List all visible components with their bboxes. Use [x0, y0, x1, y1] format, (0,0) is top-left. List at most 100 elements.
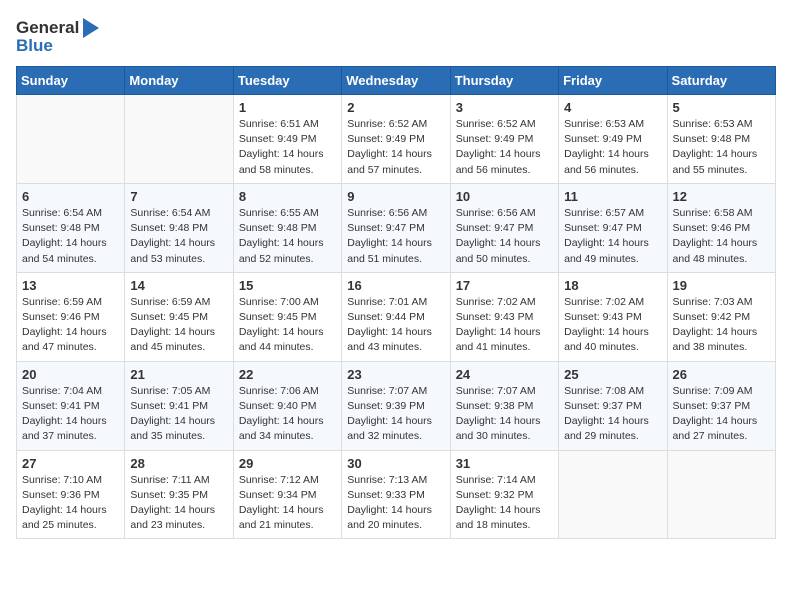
weekday-header-row: SundayMondayTuesdayWednesdayThursdayFrid… — [17, 67, 776, 95]
day-info: Sunrise: 7:13 AM Sunset: 9:33 PM Dayligh… — [347, 473, 444, 534]
day-number: 3 — [456, 100, 553, 115]
calendar-cell: 13 Sunrise: 6:59 AM Sunset: 9:46 PM Dayli… — [17, 272, 125, 361]
calendar-cell: 29 Sunrise: 7:12 AM Sunset: 9:34 PM Dayli… — [233, 450, 341, 539]
day-info: Sunrise: 6:54 AM Sunset: 9:48 PM Dayligh… — [130, 206, 227, 267]
day-number: 27 — [22, 456, 119, 471]
day-number: 19 — [673, 278, 770, 293]
logo: General Blue — [16, 16, 107, 56]
calendar-cell: 4Sunrise: 6:53 AM Sunset: 9:49 PM Daylig… — [559, 95, 667, 184]
calendar-cell: 1 Sunrise: 6:51 AM Sunset: 9:49 PM Daylig… — [233, 95, 341, 184]
day-info: Sunrise: 6:59 AM Sunset: 9:46 PM Dayligh… — [22, 295, 119, 356]
day-info: Sunrise: 7:11 AM Sunset: 9:35 PM Dayligh… — [130, 473, 227, 534]
calendar-cell: 3 Sunrise: 6:52 AM Sunset: 9:49 PM Daylig… — [450, 95, 558, 184]
day-number: 24 — [456, 367, 553, 382]
weekday-header-monday: Monday — [125, 67, 233, 95]
day-number: 16 — [347, 278, 444, 293]
calendar-cell: 8 Sunrise: 6:55 AM Sunset: 9:48 PM Daylig… — [233, 183, 341, 272]
calendar-week-row: 20Sunrise: 7:04 AM Sunset: 9:41 PM Dayli… — [17, 361, 776, 450]
day-number: 17 — [456, 278, 553, 293]
day-info: Sunrise: 6:51 AM Sunset: 9:49 PM Dayligh… — [239, 117, 336, 178]
day-number: 23 — [347, 367, 444, 382]
day-info: Sunrise: 7:07 AM Sunset: 9:38 PM Dayligh… — [456, 384, 553, 445]
day-info: Sunrise: 7:07 AM Sunset: 9:39 PM Dayligh… — [347, 384, 444, 445]
weekday-header-tuesday: Tuesday — [233, 67, 341, 95]
day-number: 30 — [347, 456, 444, 471]
weekday-header-thursday: Thursday — [450, 67, 558, 95]
day-number: 2 — [347, 100, 444, 115]
day-number: 10 — [456, 189, 553, 204]
calendar-cell: 26 Sunrise: 7:09 AM Sunset: 9:37 PM Dayli… — [667, 361, 775, 450]
day-number: 29 — [239, 456, 336, 471]
calendar-cell: 30 Sunrise: 7:13 AM Sunset: 9:33 PM Dayli… — [342, 450, 450, 539]
calendar-cell: 11Sunrise: 6:57 AM Sunset: 9:47 PM Dayli… — [559, 183, 667, 272]
day-info: Sunrise: 6:55 AM Sunset: 9:48 PM Dayligh… — [239, 206, 336, 267]
logo-icon — [81, 16, 101, 40]
calendar-cell: 7 Sunrise: 6:54 AM Sunset: 9:48 PM Daylig… — [125, 183, 233, 272]
logo-general-text: General — [16, 18, 79, 38]
day-info: Sunrise: 6:53 AM Sunset: 9:48 PM Dayligh… — [673, 117, 770, 178]
calendar-cell: 12 Sunrise: 6:58 AM Sunset: 9:46 PM Dayli… — [667, 183, 775, 272]
day-info: Sunrise: 6:54 AM Sunset: 9:48 PM Dayligh… — [22, 206, 119, 267]
weekday-header-sunday: Sunday — [17, 67, 125, 95]
day-number: 1 — [239, 100, 336, 115]
day-info: Sunrise: 7:05 AM Sunset: 9:41 PM Dayligh… — [130, 384, 227, 445]
calendar-cell: 16 Sunrise: 7:01 AM Sunset: 9:44 PM Dayli… — [342, 272, 450, 361]
calendar-cell — [667, 450, 775, 539]
calendar-cell: 24 Sunrise: 7:07 AM Sunset: 9:38 PM Dayli… — [450, 361, 558, 450]
day-info: Sunrise: 7:01 AM Sunset: 9:44 PM Dayligh… — [347, 295, 444, 356]
day-info: Sunrise: 6:59 AM Sunset: 9:45 PM Dayligh… — [130, 295, 227, 356]
calendar-cell: 15 Sunrise: 7:00 AM Sunset: 9:45 PM Dayli… — [233, 272, 341, 361]
calendar-week-row: 13 Sunrise: 6:59 AM Sunset: 9:46 PM Dayli… — [17, 272, 776, 361]
calendar-cell — [17, 95, 125, 184]
day-number: 28 — [130, 456, 227, 471]
day-number: 8 — [239, 189, 336, 204]
logo-blue-text: Blue — [16, 36, 53, 56]
calendar-cell: 17 Sunrise: 7:02 AM Sunset: 9:43 PM Dayli… — [450, 272, 558, 361]
calendar-cell: 2 Sunrise: 6:52 AM Sunset: 9:49 PM Daylig… — [342, 95, 450, 184]
day-info: Sunrise: 7:12 AM Sunset: 9:34 PM Dayligh… — [239, 473, 336, 534]
calendar-cell: 19 Sunrise: 7:03 AM Sunset: 9:42 PM Dayli… — [667, 272, 775, 361]
weekday-header-friday: Friday — [559, 67, 667, 95]
calendar-table: SundayMondayTuesdayWednesdayThursdayFrid… — [16, 66, 776, 539]
day-number: 12 — [673, 189, 770, 204]
day-number: 11 — [564, 189, 661, 204]
calendar-cell — [125, 95, 233, 184]
day-info: Sunrise: 7:02 AM Sunset: 9:43 PM Dayligh… — [456, 295, 553, 356]
day-number: 13 — [22, 278, 119, 293]
day-info: Sunrise: 6:52 AM Sunset: 9:49 PM Dayligh… — [347, 117, 444, 178]
calendar-cell: 9 Sunrise: 6:56 AM Sunset: 9:47 PM Daylig… — [342, 183, 450, 272]
calendar-cell — [559, 450, 667, 539]
day-number: 26 — [673, 367, 770, 382]
day-info: Sunrise: 7:10 AM Sunset: 9:36 PM Dayligh… — [22, 473, 119, 534]
calendar-cell: 10Sunrise: 6:56 AM Sunset: 9:47 PM Dayli… — [450, 183, 558, 272]
calendar-cell: 14 Sunrise: 6:59 AM Sunset: 9:45 PM Dayli… — [125, 272, 233, 361]
day-number: 31 — [456, 456, 553, 471]
day-number: 14 — [130, 278, 227, 293]
day-info: Sunrise: 7:00 AM Sunset: 9:45 PM Dayligh… — [239, 295, 336, 356]
day-number: 7 — [130, 189, 227, 204]
calendar-cell: 27 Sunrise: 7:10 AM Sunset: 9:36 PM Dayli… — [17, 450, 125, 539]
calendar-cell: 23 Sunrise: 7:07 AM Sunset: 9:39 PM Dayli… — [342, 361, 450, 450]
day-info: Sunrise: 7:04 AM Sunset: 9:41 PM Dayligh… — [22, 384, 119, 445]
calendar-cell: 18Sunrise: 7:02 AM Sunset: 9:43 PM Dayli… — [559, 272, 667, 361]
calendar-cell: 28 Sunrise: 7:11 AM Sunset: 9:35 PM Dayli… — [125, 450, 233, 539]
day-info: Sunrise: 7:09 AM Sunset: 9:37 PM Dayligh… — [673, 384, 770, 445]
day-number: 21 — [130, 367, 227, 382]
day-info: Sunrise: 6:58 AM Sunset: 9:46 PM Dayligh… — [673, 206, 770, 267]
day-number: 15 — [239, 278, 336, 293]
day-number: 18 — [564, 278, 661, 293]
calendar-week-row: 27 Sunrise: 7:10 AM Sunset: 9:36 PM Dayli… — [17, 450, 776, 539]
calendar-cell: 5Sunrise: 6:53 AM Sunset: 9:48 PM Daylig… — [667, 95, 775, 184]
day-info: Sunrise: 7:08 AM Sunset: 9:37 PM Dayligh… — [564, 384, 661, 445]
day-info: Sunrise: 6:56 AM Sunset: 9:47 PM Dayligh… — [347, 206, 444, 267]
weekday-header-saturday: Saturday — [667, 67, 775, 95]
day-info: Sunrise: 7:14 AM Sunset: 9:32 PM Dayligh… — [456, 473, 553, 534]
day-number: 22 — [239, 367, 336, 382]
day-info: Sunrise: 7:03 AM Sunset: 9:42 PM Dayligh… — [673, 295, 770, 356]
day-info: Sunrise: 6:52 AM Sunset: 9:49 PM Dayligh… — [456, 117, 553, 178]
day-number: 25 — [564, 367, 661, 382]
day-number: 9 — [347, 189, 444, 204]
calendar-week-row: 6Sunrise: 6:54 AM Sunset: 9:48 PM Daylig… — [17, 183, 776, 272]
page-header: General Blue — [16, 16, 776, 56]
calendar-cell: 6Sunrise: 6:54 AM Sunset: 9:48 PM Daylig… — [17, 183, 125, 272]
